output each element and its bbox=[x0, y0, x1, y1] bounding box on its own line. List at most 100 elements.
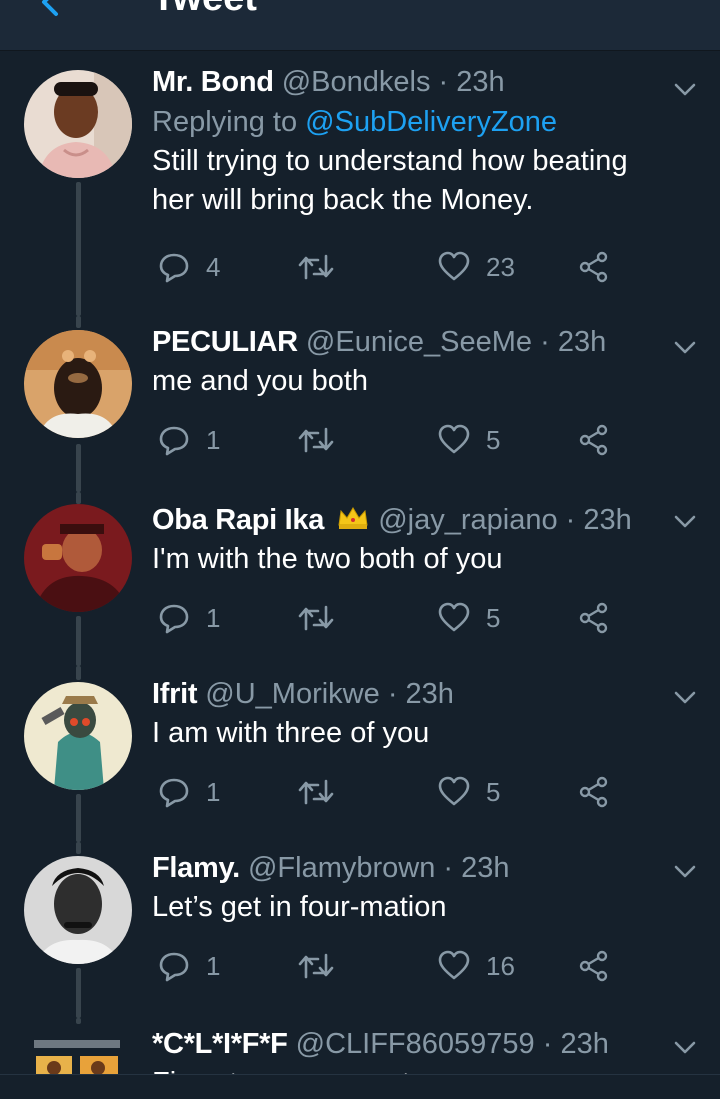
author-name[interactable]: Flamy. bbox=[152, 852, 240, 884]
like-count: 16 bbox=[486, 950, 515, 981]
thread-line bbox=[76, 492, 81, 504]
share-icon bbox=[579, 950, 608, 982]
tweet-item[interactable]: Oba Rapi Ika @jay_rapiano · 23h I'm with… bbox=[0, 492, 720, 666]
retweet-button[interactable] bbox=[298, 772, 350, 812]
share-button[interactable] bbox=[578, 598, 610, 638]
share-icon bbox=[579, 251, 608, 283]
author-handle[interactable]: @U_Morikwe bbox=[205, 678, 379, 710]
share-button[interactable] bbox=[578, 772, 610, 812]
retweet-button[interactable] bbox=[298, 598, 350, 638]
reply-icon bbox=[159, 952, 189, 982]
heart-icon bbox=[438, 424, 470, 454]
bottom-bar bbox=[0, 1074, 720, 1099]
tweet-item[interactable]: PECULIAR @Eunice_SeeMe · 23h me and you … bbox=[0, 316, 720, 492]
avatar[interactable] bbox=[24, 504, 132, 612]
tweet-header: Ifrit @U_Morikwe · 23h bbox=[152, 676, 660, 712]
tweet-actions: 4 23 bbox=[152, 247, 622, 287]
like-count: 5 bbox=[486, 776, 501, 807]
chevron-down-icon[interactable] bbox=[672, 684, 698, 710]
tweet-content: PECULIAR @Eunice_SeeMe · 23h me and you … bbox=[152, 324, 660, 401]
thread-line bbox=[76, 182, 81, 316]
avatar[interactable] bbox=[24, 70, 132, 178]
tweet-text-line: Still trying to understand how beating bbox=[152, 145, 628, 177]
reply-button[interactable]: 1 bbox=[158, 772, 220, 812]
like-button[interactable]: 5 bbox=[438, 598, 500, 638]
thread-line bbox=[76, 794, 81, 842]
reply-icon bbox=[159, 604, 189, 634]
avatar[interactable] bbox=[24, 330, 132, 438]
tweet-time: 23h bbox=[461, 852, 510, 884]
author-handle[interactable]: @jay_rapiano bbox=[378, 504, 557, 536]
tweet-actions: 1 16 bbox=[152, 946, 622, 986]
heart-icon bbox=[438, 950, 470, 980]
top-bar: Tweet bbox=[0, 0, 720, 51]
share-button[interactable] bbox=[578, 420, 610, 460]
time-separator: · bbox=[565, 504, 576, 536]
chevron-down-icon[interactable] bbox=[672, 858, 698, 884]
author-handle[interactable]: @Eunice_SeeMe bbox=[306, 326, 532, 358]
tweet-item[interactable]: Mr. Bond @Bondkels · 23h Replying to @Su… bbox=[0, 56, 720, 316]
reply-count: 1 bbox=[206, 950, 221, 981]
avatar[interactable] bbox=[24, 682, 132, 790]
heart-icon bbox=[438, 602, 470, 632]
time-separator: · bbox=[387, 678, 398, 710]
like-count: 5 bbox=[486, 602, 501, 633]
thread-line bbox=[76, 444, 81, 492]
reply-button[interactable]: 1 bbox=[158, 946, 220, 986]
chevron-down-icon[interactable] bbox=[672, 508, 698, 534]
avatar[interactable] bbox=[24, 856, 132, 964]
reply-icon bbox=[159, 253, 189, 283]
tweet-actions: 1 5 bbox=[152, 420, 622, 460]
replying-to: Replying to @SubDeliveryZone bbox=[152, 104, 660, 140]
tweet-time: 23h bbox=[557, 326, 607, 358]
tweet-text: I am with three of you bbox=[152, 717, 430, 749]
tweet-text-line: her will bring back the Money. bbox=[152, 184, 534, 216]
author-handle[interactable]: @Flamybrown bbox=[248, 852, 435, 884]
author-handle[interactable]: @CLIFF86059759 bbox=[296, 1028, 535, 1060]
like-button[interactable]: 5 bbox=[438, 420, 500, 460]
author-name[interactable]: PECULIAR bbox=[152, 326, 298, 358]
tweet-header: PECULIAR @Eunice_SeeMe · 23h bbox=[152, 324, 660, 360]
author-handle[interactable]: @Bondkels bbox=[282, 66, 431, 98]
retweet-button[interactable] bbox=[298, 420, 350, 460]
author-name[interactable]: Ifrit bbox=[152, 678, 198, 710]
tweet-content: Flamy. @Flamybrown · 23h Let’s get in fo… bbox=[152, 850, 660, 927]
tweet-time: 23h bbox=[456, 66, 505, 98]
like-count: 5 bbox=[486, 424, 501, 455]
like-button[interactable]: 5 bbox=[438, 772, 500, 812]
time-separator: · bbox=[443, 852, 454, 884]
mention-link[interactable]: @SubDeliveryZone bbox=[305, 106, 557, 138]
thread-line bbox=[76, 666, 81, 680]
reply-icon bbox=[159, 778, 189, 808]
chevron-down-icon[interactable] bbox=[672, 334, 698, 360]
reply-button[interactable]: 1 bbox=[158, 598, 220, 638]
like-button[interactable]: 16 bbox=[438, 946, 515, 986]
share-button[interactable] bbox=[578, 946, 610, 986]
chevron-down-icon[interactable] bbox=[672, 76, 698, 102]
tweet-header: Mr. Bond @Bondkels · 23h bbox=[152, 64, 660, 100]
reply-button[interactable]: 4 bbox=[158, 247, 220, 287]
time-separator: · bbox=[540, 326, 550, 358]
author-name[interactable]: Oba Rapi Ika bbox=[152, 504, 324, 536]
crown-emoji-icon bbox=[338, 507, 368, 529]
tweet-header: Flamy. @Flamybrown · 23h bbox=[152, 850, 660, 886]
tweet-text: me and you both bbox=[152, 365, 369, 397]
author-name[interactable]: *C*L*I*F*F bbox=[152, 1028, 288, 1060]
thread-line bbox=[76, 316, 81, 328]
share-button[interactable] bbox=[578, 247, 610, 287]
retweet-icon bbox=[298, 254, 334, 280]
tweet-item[interactable]: Ifrit @U_Morikwe · 23h I am with three o… bbox=[0, 666, 720, 842]
share-icon bbox=[579, 424, 608, 456]
back-arrow-icon[interactable] bbox=[30, 0, 70, 22]
like-button[interactable]: 23 bbox=[438, 247, 515, 287]
tweet-header: Oba Rapi Ika @jay_rapiano · 23h bbox=[152, 502, 660, 538]
chevron-down-icon[interactable] bbox=[672, 1034, 698, 1060]
share-icon bbox=[579, 602, 608, 634]
reply-count: 1 bbox=[206, 776, 221, 807]
tweet-item[interactable]: Flamy. @Flamybrown · 23h Let’s get in fo… bbox=[0, 842, 720, 1018]
retweet-button[interactable] bbox=[298, 946, 350, 986]
heart-icon bbox=[438, 251, 470, 281]
reply-button[interactable]: 1 bbox=[158, 420, 220, 460]
retweet-button[interactable] bbox=[298, 247, 350, 287]
author-name[interactable]: Mr. Bond bbox=[152, 66, 274, 98]
